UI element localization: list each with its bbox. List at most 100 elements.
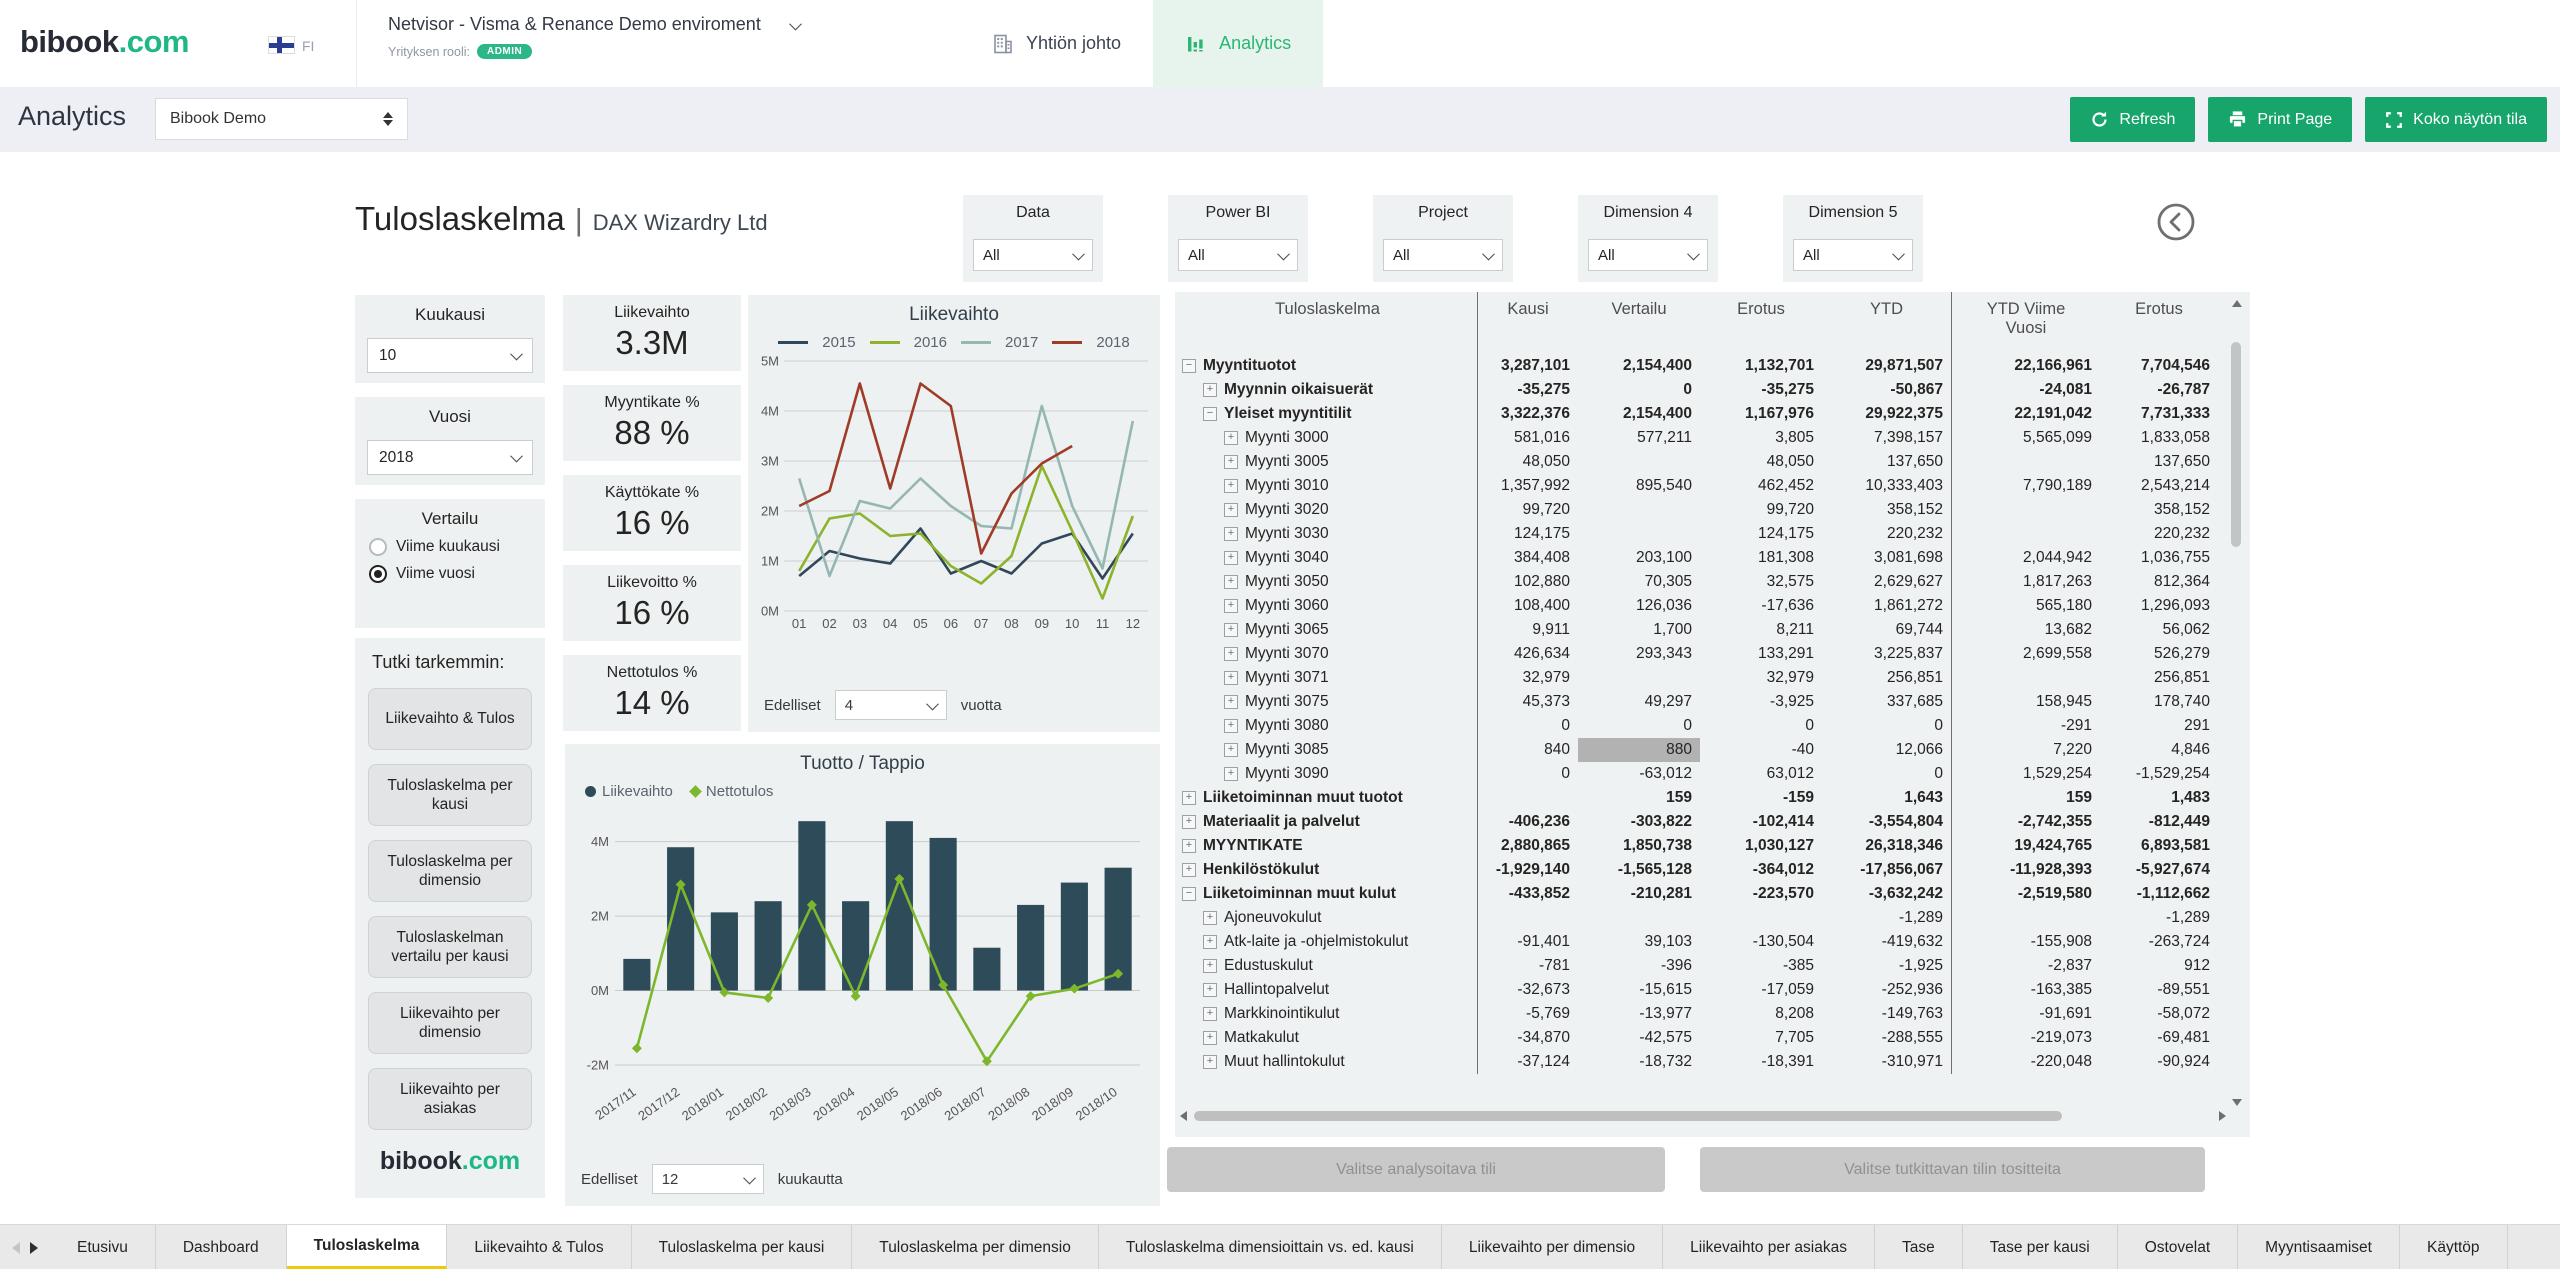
expand-icon[interactable]: + <box>1224 551 1238 565</box>
expand-icon[interactable]: + <box>1182 815 1196 829</box>
table-row-myynti-3070[interactable]: +Myynti 3070 <box>1178 642 1478 666</box>
vertical-scroll-thumb[interactable] <box>2231 342 2241 547</box>
expand-icon[interactable]: + <box>1224 527 1238 541</box>
table-row-myynti-3000[interactable]: +Myynti 3000 <box>1178 426 1478 450</box>
explore-liikevaihto-per-asiakas-button[interactable]: Liikevaihto per asiakas <box>368 1068 532 1130</box>
page-tab-tase[interactable]: Tase <box>1875 1225 1963 1269</box>
page-tab-ostovelat[interactable]: Ostovelat <box>2118 1225 2238 1269</box>
expand-icon[interactable]: + <box>1224 575 1238 589</box>
company-selector[interactable]: Netvisor - Visma & Renance Demo envirome… <box>388 14 800 59</box>
table-horizontal-scrollbar[interactable] <box>1180 1110 2226 1122</box>
filter-dimension-4-select[interactable]: All <box>1588 239 1708 271</box>
kuukausi-select[interactable]: 10 <box>367 338 533 373</box>
page-tab-tuloslaskelma[interactable]: Tuloslaskelma <box>287 1225 448 1269</box>
table-row-muut-hallintokulut[interactable]: +Muut hallintokulut <box>1178 1050 1478 1074</box>
table-row-myynti-3020[interactable]: +Myynti 3020 <box>1178 498 1478 522</box>
expand-icon[interactable]: + <box>1224 695 1238 709</box>
expand-icon[interactable]: + <box>1182 791 1196 805</box>
expand-icon[interactable]: + <box>1224 479 1238 493</box>
page-tab-liikevaihto-tulos[interactable]: Liikevaihto & Tulos <box>447 1225 631 1269</box>
table-row-myynnin-oikaisuer-t[interactable]: +Myynnin oikaisuerät <box>1178 378 1478 402</box>
table-vertical-scrollbar[interactable] <box>2230 296 2243 1106</box>
scroll-left-icon[interactable] <box>1180 1111 1187 1121</box>
table-row-atk-laite-ja-ohjelmistokulut[interactable]: +Atk-laite ja -ohjelmistokulut <box>1178 930 1478 954</box>
koko-n-yt-n-tila-button[interactable]: Koko näytön tila <box>2365 97 2547 142</box>
horizontal-scroll-thumb[interactable] <box>1194 1111 2062 1121</box>
print-page-button[interactable]: Print Page <box>2208 97 2352 142</box>
expand-icon[interactable]: + <box>1203 383 1217 397</box>
expand-icon[interactable]: + <box>1203 983 1217 997</box>
filter-dimension-5-select[interactable]: All <box>1793 239 1913 271</box>
page-tab-dashboard[interactable]: Dashboard <box>156 1225 287 1269</box>
expand-icon[interactable]: + <box>1224 767 1238 781</box>
nav-tab-yhti-n-johto[interactable]: Yhtiön johto <box>960 0 1153 87</box>
collapse-icon[interactable]: − <box>1182 359 1196 373</box>
table-row-markkinointikulut[interactable]: +Markkinointikulut <box>1178 1002 1478 1026</box>
expand-icon[interactable]: + <box>1203 1007 1217 1021</box>
radio-option-viime-vuosi[interactable]: Viime vuosi <box>369 565 545 583</box>
radio-selected-icon[interactable] <box>369 565 387 583</box>
expand-icon[interactable]: + <box>1224 647 1238 661</box>
table-row-henkil-st-kulut[interactable]: +Henkilöstökulut <box>1178 858 1478 882</box>
valitse-analysoitava-tili-button[interactable]: Valitse analysoitava tili <box>1167 1147 1665 1192</box>
expand-icon[interactable]: + <box>1224 599 1238 613</box>
expand-icon[interactable]: + <box>1224 503 1238 517</box>
explore-tuloslaskelma-per-dimensio-button[interactable]: Tuloslaskelma per dimensio <box>368 840 532 902</box>
page-tab-liikevaihto-per-asiakas[interactable]: Liikevaihto per asiakas <box>1663 1225 1875 1269</box>
table-row-myynti-3030[interactable]: +Myynti 3030 <box>1178 522 1478 546</box>
table-row-liiketoiminnan-muut-tuotot[interactable]: +Liiketoiminnan muut tuotot <box>1178 786 1478 810</box>
column-header-kausi[interactable]: Kausi <box>1478 292 1578 354</box>
table-row-myynti-3071[interactable]: +Myynti 3071 <box>1178 666 1478 690</box>
table-row-myyntikate[interactable]: +MYYNTIKATE <box>1178 834 1478 858</box>
table-row-myynti-3010[interactable]: +Myynti 3010 <box>1178 474 1478 498</box>
scroll-down-icon[interactable] <box>2232 1099 2242 1106</box>
table-row-myynti-3005[interactable]: +Myynti 3005 <box>1178 450 1478 474</box>
table-row-yleiset-myyntitilit[interactable]: −Yleiset myyntitilit <box>1178 402 1478 426</box>
explore-liikevaihto-tulos-button[interactable]: Liikevaihto & Tulos <box>368 688 532 750</box>
table-row-myynti-3075[interactable]: +Myynti 3075 <box>1178 690 1478 714</box>
column-header-erotus[interactable]: Erotus <box>1700 292 1822 354</box>
expand-icon[interactable]: + <box>1182 863 1196 877</box>
page-tab-tuloslaskelma-dimensioittain-vs-ed-kausi[interactable]: Tuloslaskelma dimensioittain vs. ed. kau… <box>1099 1225 1442 1269</box>
expand-icon[interactable]: + <box>1224 623 1238 637</box>
filter-project-select[interactable]: All <box>1383 239 1503 271</box>
scroll-up-icon[interactable] <box>2232 300 2242 307</box>
page-tab-tuloslaskelma-per-dimensio[interactable]: Tuloslaskelma per dimensio <box>852 1225 1099 1269</box>
filter-data-select[interactable]: All <box>973 239 1093 271</box>
expand-icon[interactable]: + <box>1182 839 1196 853</box>
vuosi-select[interactable]: 2018 <box>367 440 533 475</box>
table-row-materiaalit-ja-palvelut[interactable]: +Materiaalit ja palvelut <box>1178 810 1478 834</box>
refresh-button[interactable]: Refresh <box>2070 97 2195 142</box>
table-row-myynti-3040[interactable]: +Myynti 3040 <box>1178 546 1478 570</box>
expand-icon[interactable]: + <box>1224 743 1238 757</box>
nav-tab-analytics[interactable]: Analytics <box>1153 0 1323 87</box>
page-tab-myyntisaamiset[interactable]: Myyntisaamiset <box>2238 1225 2400 1269</box>
table-row-myynti-3050[interactable]: +Myynti 3050 <box>1178 570 1478 594</box>
page-tab-etusivu[interactable]: Etusivu <box>50 1225 156 1269</box>
finland-flag-icon[interactable] <box>268 36 295 54</box>
page-tab-tase-per-kausi[interactable]: Tase per kausi <box>1963 1225 2118 1269</box>
months-back-select[interactable]: 12 <box>652 1164 764 1194</box>
bibook-logo[interactable]: bibook.com <box>20 24 189 60</box>
explore-tuloslaskelman-vertailu-per-kausi-button[interactable]: Tuloslaskelman vertailu per kausi <box>368 916 532 978</box>
column-header-erotus-2[interactable]: Erotus <box>2100 292 2218 354</box>
page-tab-k-ytt-p[interactable]: Käyttöp <box>2400 1225 2508 1269</box>
table-row-myynti-3065[interactable]: +Myynti 3065 <box>1178 618 1478 642</box>
expand-icon[interactable]: + <box>1203 959 1217 973</box>
column-header-vertailu[interactable]: Vertailu <box>1578 292 1700 354</box>
expand-icon[interactable]: + <box>1224 671 1238 685</box>
column-header-ytd[interactable]: YTD <box>1822 292 1952 354</box>
workspace-select[interactable]: Bibook Demo <box>155 98 408 140</box>
collapse-icon[interactable]: − <box>1203 407 1217 421</box>
scroll-right-icon[interactable] <box>2219 1111 2226 1121</box>
expand-icon[interactable]: + <box>1203 1031 1217 1045</box>
expand-icon[interactable]: + <box>1203 1055 1217 1069</box>
radio-icon[interactable] <box>369 538 387 556</box>
valitse-tutkittavan-tilin-tositteita-button[interactable]: Valitse tutkittavan tilin tositteita <box>1700 1147 2205 1192</box>
expand-icon[interactable]: + <box>1203 911 1217 925</box>
explore-tuloslaskelma-per-kausi-button[interactable]: Tuloslaskelma per kausi <box>368 764 532 826</box>
table-row-myynti-3085[interactable]: +Myynti 3085 <box>1178 738 1478 762</box>
pages-scroll-left-icon[interactable] <box>12 1242 20 1254</box>
page-tab-liikevaihto-per-dimensio[interactable]: Liikevaihto per dimensio <box>1442 1225 1663 1269</box>
explore-liikevaihto-per-dimensio-button[interactable]: Liikevaihto per dimensio <box>368 992 532 1054</box>
